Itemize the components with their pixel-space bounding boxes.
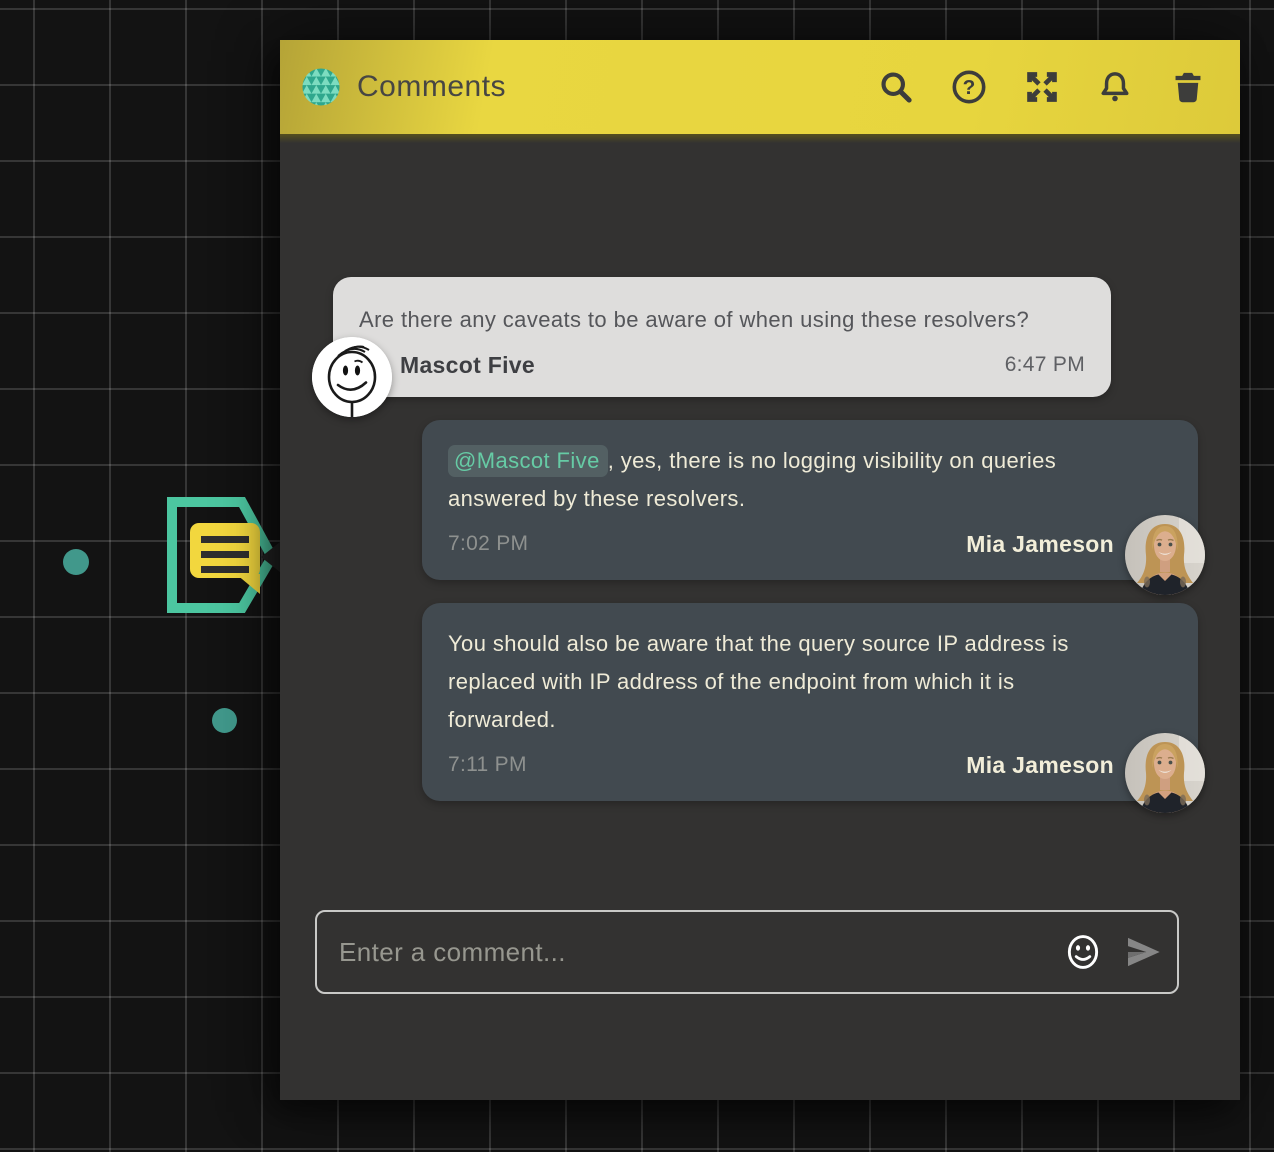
comment-time: 7:02 PM — [448, 532, 528, 556]
search-button[interactable] — [876, 67, 916, 107]
send-button[interactable] — [1123, 932, 1163, 972]
svg-text:?: ? — [963, 76, 976, 99]
trash-icon — [1170, 69, 1206, 105]
header-actions: ? — [876, 67, 1208, 107]
help-icon: ? — [951, 69, 987, 105]
expand-icon — [1024, 69, 1060, 105]
mia-photo — [1125, 733, 1205, 813]
comment-text: Are there any caveats to be aware of whe… — [359, 301, 1085, 339]
smiley-icon — [1063, 930, 1103, 974]
avatar — [312, 337, 392, 417]
emoji-button[interactable] — [1063, 932, 1103, 972]
comment-author: Mia Jameson — [966, 752, 1114, 779]
expand-button[interactable] — [1022, 67, 1062, 107]
avatar — [1125, 733, 1205, 813]
comment-text: @Mascot Five, yes, there is no logging v… — [448, 442, 1148, 518]
mention-link[interactable]: @Mascot Five — [448, 445, 608, 477]
comment-text: You should also be aware that the query … — [448, 625, 1148, 739]
comment-time: 6:47 PM — [1005, 353, 1085, 377]
panel-title: Comments — [357, 70, 876, 104]
bell-icon — [1097, 69, 1133, 105]
comment-annotation-marker[interactable] — [158, 492, 288, 618]
comments-panel: Comments ? — [280, 40, 1240, 1100]
header-shadow — [280, 134, 1240, 143]
comment-meta: 7:11 PM Mia Jameson — [448, 749, 1172, 781]
app-logo-icon — [302, 68, 340, 106]
canvas-background: { "header": { "title": "Comments" }, "me… — [0, 0, 1274, 1152]
teal-dot — [212, 708, 237, 733]
mascot-face-icon — [312, 337, 392, 417]
comment-author: Mia Jameson — [966, 531, 1114, 558]
comment-bubble: @Mascot Five, yes, there is no logging v… — [422, 420, 1198, 580]
comment-annotation-icon — [158, 492, 288, 618]
search-icon — [878, 69, 914, 105]
notifications-button[interactable] — [1095, 67, 1135, 107]
comment-time: 7:11 PM — [448, 753, 527, 777]
comment-meta: 7:02 PM Mia Jameson — [448, 528, 1172, 560]
send-icon — [1123, 933, 1163, 971]
comment-author: Mascot Five — [400, 352, 535, 379]
comment-composer — [315, 910, 1179, 994]
comment-input[interactable] — [317, 912, 1063, 992]
help-button[interactable]: ? — [949, 67, 989, 107]
panel-header: Comments ? — [280, 40, 1240, 134]
comment-bubble: You should also be aware that the query … — [422, 603, 1198, 801]
avatar — [1125, 515, 1205, 595]
comment-meta: Mascot Five 6:47 PM — [359, 349, 1085, 381]
teal-dot — [63, 549, 89, 575]
delete-button[interactable] — [1168, 67, 1208, 107]
mia-photo — [1125, 515, 1205, 595]
comment-bubble: Are there any caveats to be aware of whe… — [333, 277, 1111, 397]
